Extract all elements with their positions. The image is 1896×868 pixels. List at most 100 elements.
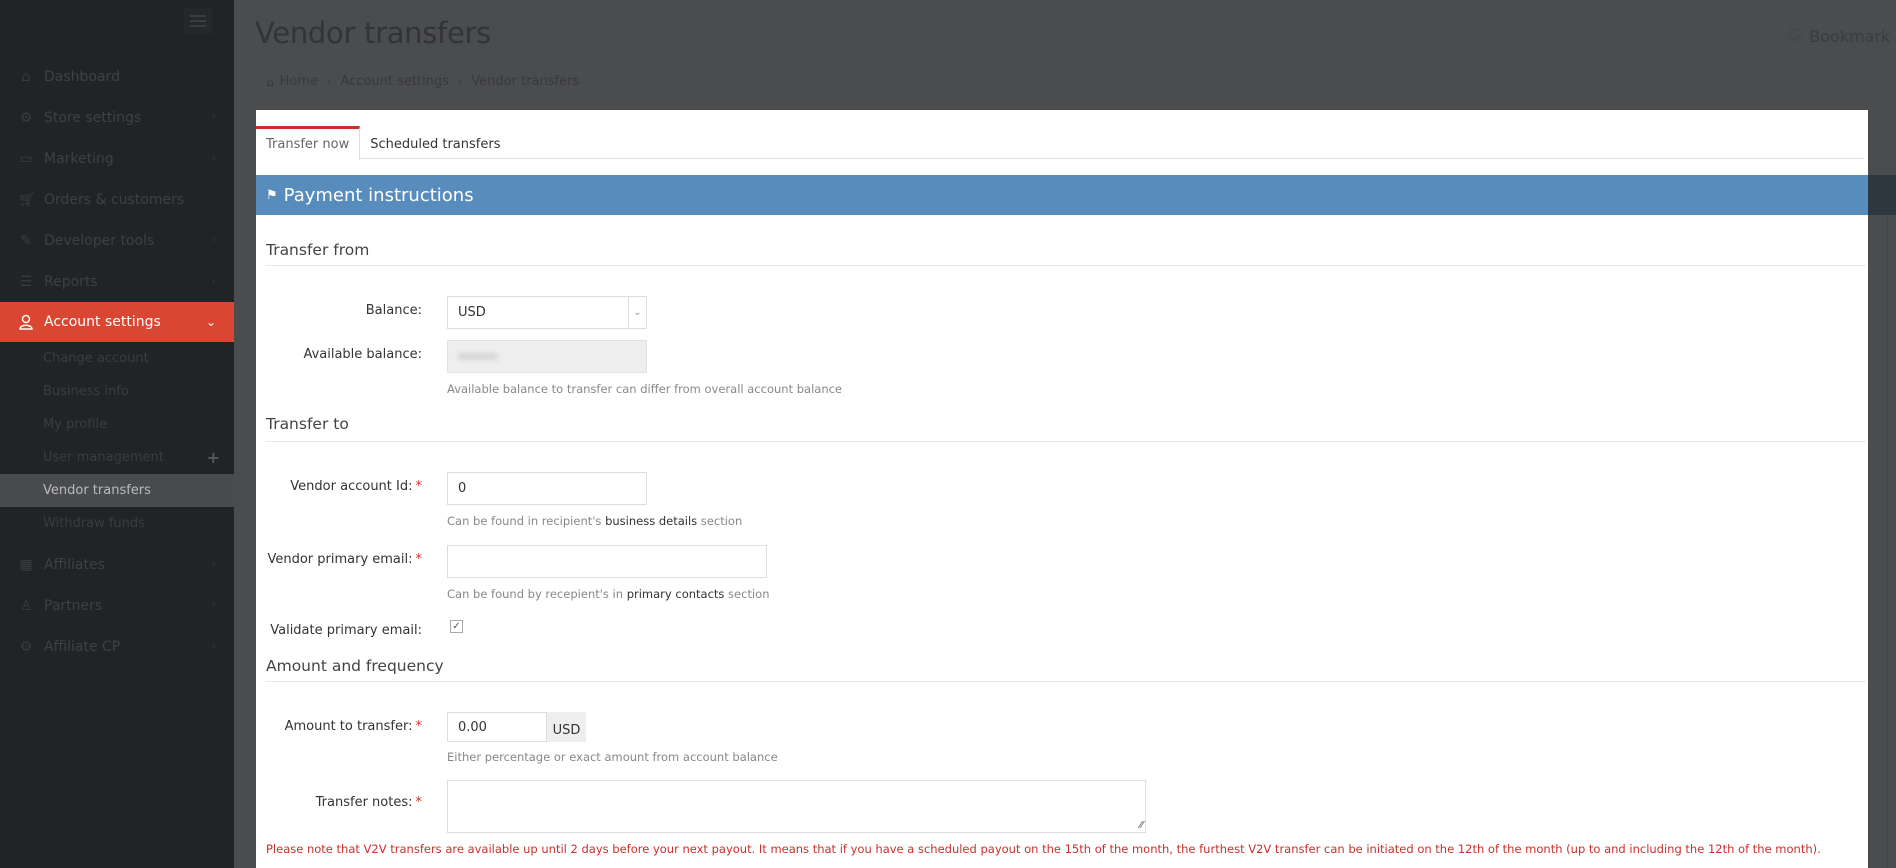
chevron-left-icon: ‹ (211, 233, 216, 246)
chevron-left-icon: ‹ (211, 557, 216, 570)
available-balance-value-redacted (458, 353, 498, 360)
section-amount-frequency: Amount and frequency (266, 657, 444, 675)
partners-icon: ♙ (19, 597, 33, 614)
home-icon: ⌂ (266, 74, 274, 89)
required-mark: * (415, 552, 423, 567)
required-mark: * (415, 479, 423, 494)
breadcrumb-separator: › (327, 75, 332, 88)
balance-label: Balance: (365, 303, 422, 318)
grid-icon: ▦ (19, 556, 33, 573)
tab-scheduled-transfers[interactable]: Scheduled transfers (360, 126, 510, 159)
sidebar-subitem-user-management[interactable]: User management + (0, 441, 234, 474)
vendor-email-input[interactable] (447, 545, 767, 578)
help-emphasis: primary contacts (626, 587, 725, 601)
validate-email-checkbox[interactable]: ✓ (450, 620, 463, 633)
sidebar-item-affiliates[interactable]: ▦ Affiliates ‹ (0, 544, 234, 585)
tab-transfer-now[interactable]: Transfer now (256, 126, 361, 160)
page-title: Vendor transfers (255, 16, 491, 50)
sidebar-subitem-label: My profile (43, 417, 108, 432)
vendor-email-label: Vendor primary email: * (267, 552, 422, 567)
sidebar-subitem-my-profile[interactable]: My profile (0, 408, 234, 441)
section-transfer-to: Transfer to (266, 415, 349, 433)
gear-icon: ⚙ (19, 638, 33, 655)
currency-addon: USD (547, 712, 586, 742)
vendor-email-help: Can be found by recepient's in primary c… (447, 587, 769, 601)
v2v-transfer-note: Please note that V2V transfers are avail… (266, 842, 1821, 856)
chevron-down-icon: ⌄ (628, 297, 646, 328)
sidebar-subitem-change-account[interactable]: Change account (0, 342, 234, 375)
plus-icon[interactable]: + (207, 448, 220, 467)
sidebar-item-developer-tools[interactable]: ✎ Developer tools ‹ (0, 220, 234, 261)
sidebar-item-label: Reports (44, 273, 98, 290)
divider (266, 441, 1866, 442)
gear-icon: ⚙ (19, 109, 33, 126)
scrim-edge (1868, 215, 1888, 868)
card-icon: ▭ (19, 150, 33, 167)
sidebar-subitem-business-info[interactable]: Business info (0, 375, 234, 408)
breadcrumb: ⌂ Home › Account settings › Vendor trans… (266, 74, 579, 89)
section-transfer-from: Transfer from (266, 241, 370, 259)
breadcrumb-home[interactable]: Home (280, 74, 318, 89)
vendor-account-id-value: 0 (458, 481, 467, 496)
chevron-down-icon: ⌄ (205, 315, 216, 329)
sidebar-item-account-settings[interactable]: Account settings ⌄ (0, 302, 234, 342)
help-emphasis: business details (605, 514, 698, 528)
label-text: Amount to transfer: (284, 719, 413, 734)
validate-email-label: Validate primary email: (270, 623, 422, 638)
divider (266, 265, 1866, 266)
sidebar-item-label: Developer tools (44, 232, 155, 249)
balance-select[interactable]: USD ⌄ (447, 296, 647, 329)
available-balance-help: Available balance to transfer can differ… (447, 382, 843, 396)
available-balance-field (447, 340, 647, 373)
chevron-left-icon: ‹ (211, 598, 216, 611)
amount-input[interactable]: 0.00 (447, 712, 547, 742)
sidebar-subitem-label: Withdraw funds (43, 516, 145, 531)
required-mark: * (415, 719, 423, 734)
amount-value: 0.00 (458, 719, 487, 735)
sidebar-subitem-vendor-transfers[interactable]: Vendor transfers (0, 474, 234, 507)
user-icon (18, 314, 34, 330)
sidebar-subitem-label: Vendor transfers (43, 483, 151, 498)
vendor-account-id-help: Can be found in recipient's business det… (447, 514, 742, 528)
sign-icon: ⚑ (266, 187, 278, 203)
sidebar-subitem-label: Business info (43, 384, 129, 399)
vendor-account-id-label: Vendor account Id: * (290, 479, 422, 494)
sidebar-item-store-settings[interactable]: ⚙ Store settings ‹ (0, 97, 234, 138)
bookmark-button[interactable]: ♡ Bookmark (1787, 26, 1890, 47)
help-text: section (697, 514, 743, 528)
sidebar-item-label: Orders & customers (44, 191, 185, 208)
label-text: Vendor primary email: (267, 552, 413, 567)
sidebar-item-partners[interactable]: ♙ Partners ‹ (0, 585, 234, 626)
label-text: Transfer notes: (315, 795, 413, 810)
cart-icon: 🛒︎ (18, 191, 36, 208)
list-icon: ☰ (19, 273, 33, 290)
account-settings-submenu: Change account Business info My profile … (0, 342, 234, 540)
vendor-transfer-panel: Transfer now Scheduled transfers ⚑ Payme… (256, 110, 1868, 868)
breadcrumb-separator: › (457, 75, 463, 88)
sidebar-subitem-withdraw-funds[interactable]: Withdraw funds (0, 507, 234, 540)
sidebar-item-affiliate-cp[interactable]: ⚙ Affiliate CP ‹ (0, 626, 234, 667)
breadcrumb-account-settings[interactable]: Account settings (340, 74, 448, 89)
required-mark: * (415, 795, 423, 810)
breadcrumb-current: Vendor transfers (471, 74, 580, 89)
resize-handle-icon[interactable]: ⁄⁄ (1140, 820, 1143, 831)
sidebar-item-label: Dashboard (44, 68, 120, 85)
chevron-left-icon: ‹ (211, 639, 216, 652)
chevron-left-icon: ‹ (211, 151, 216, 164)
transfer-notes-textarea[interactable]: ⁄⁄ (447, 780, 1146, 833)
home-icon: ⌂ (21, 68, 31, 85)
amount-help: Either percentage or exact amount from a… (447, 750, 778, 764)
sidebar-item-marketing[interactable]: ▭ Marketing ‹ (0, 138, 234, 179)
hamburger-icon[interactable] (184, 8, 212, 34)
sidebar-subitem-label: User management (43, 450, 164, 465)
sidebar-item-label: Account settings (44, 314, 161, 330)
sidebar: ⌂ Dashboard ⚙ Store settings ‹ ▭ Marketi… (0, 0, 234, 868)
sidebar-item-reports[interactable]: ☰ Reports ‹ (0, 261, 234, 302)
help-text: Can be found by recepient's in (447, 587, 627, 601)
divider (266, 681, 1866, 682)
vendor-account-id-input[interactable]: 0 (447, 472, 647, 505)
available-balance-label: Available balance: (303, 347, 422, 362)
sidebar-item-label: Partners (44, 597, 103, 614)
sidebar-item-orders-customers[interactable]: 🛒︎ Orders & customers (0, 179, 234, 220)
sidebar-item-dashboard[interactable]: ⌂ Dashboard (0, 56, 234, 97)
